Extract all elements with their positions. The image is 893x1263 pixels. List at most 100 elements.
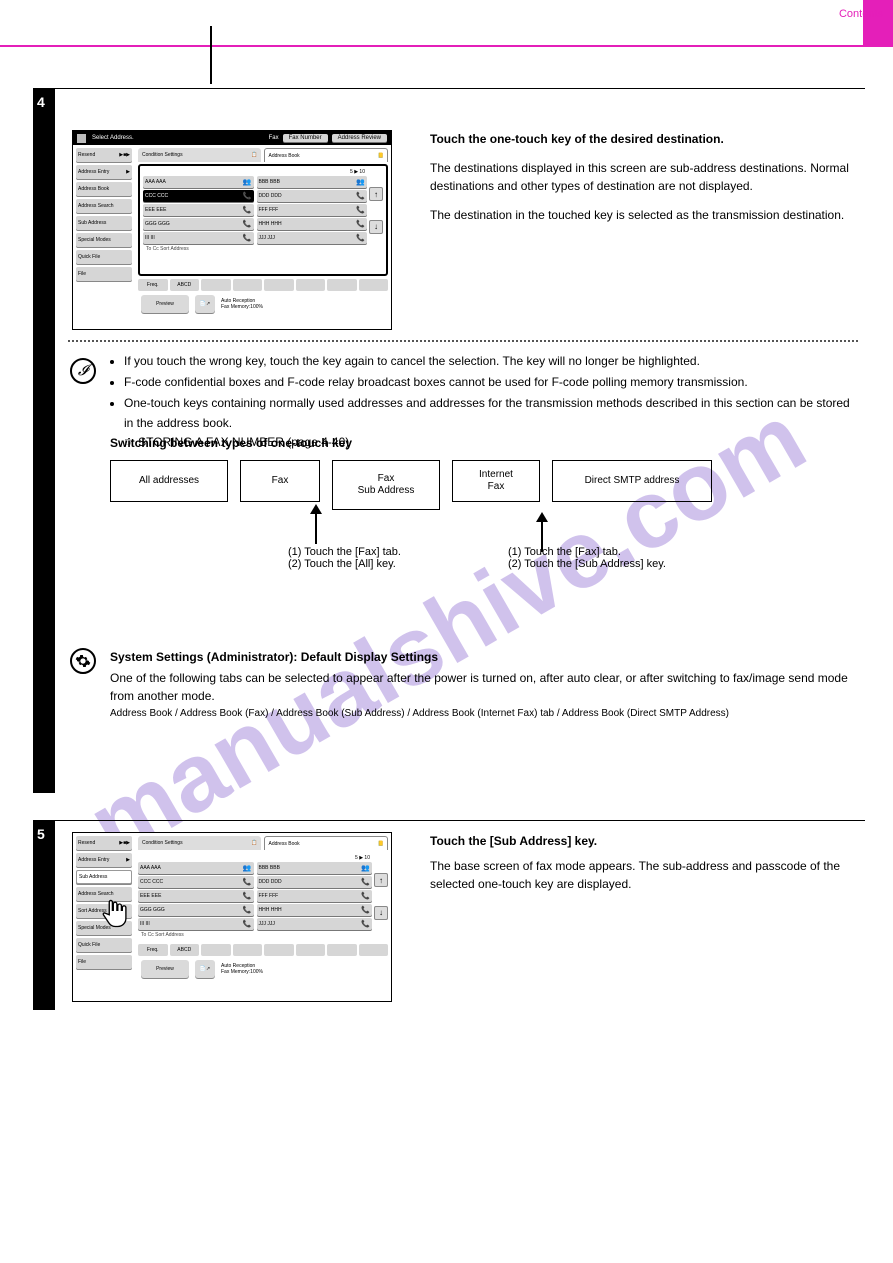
- lcd-panel-1: Select Address. Fax Fax Number Address R…: [72, 130, 392, 330]
- addr2-jjj[interactable]: JJJ JJJ📞: [257, 918, 373, 930]
- side-address-book[interactable]: Address Book: [76, 182, 132, 196]
- idx-4[interactable]: [264, 279, 294, 291]
- corner-tab: [863, 0, 893, 46]
- scroll2-down[interactable]: ↓: [374, 906, 388, 920]
- step-4-section: [33, 88, 865, 89]
- side2-sub-address[interactable]: Sub Address: [76, 870, 132, 884]
- box-all: All addresses: [110, 460, 228, 502]
- step-5-text: Touch the [Sub Address] key. The base sc…: [430, 832, 850, 894]
- address-list: 5 ▶ 10 AAA AAA👥BBB BBB👥 CCC CCC📞DDD DDD📞…: [138, 164, 388, 276]
- idx-2[interactable]: [201, 279, 231, 291]
- lcd-mode: Fax: [269, 135, 279, 141]
- addr2-bbb[interactable]: BBB BBB👥: [257, 862, 373, 874]
- special-button[interactable]: 📄↗: [195, 295, 215, 313]
- side-address-entry[interactable]: Address Entry▶: [76, 165, 132, 179]
- box-fax: Fax: [240, 460, 320, 502]
- doc-icon: [77, 134, 86, 143]
- address-aaa[interactable]: AAA AAA👥: [143, 176, 254, 188]
- lcd-titlebar: Select Address. Fax Fax Number Address R…: [73, 131, 391, 145]
- side-resend[interactable]: Resend▶■▶: [76, 148, 132, 162]
- idx2-abcd[interactable]: ABCD: [170, 944, 200, 956]
- preview2-button[interactable]: Preview: [141, 960, 189, 978]
- idx-5[interactable]: [296, 279, 326, 291]
- list2-count: 5 ▶ 10: [138, 855, 372, 861]
- address-ggg[interactable]: GGG GGG📞: [143, 218, 254, 230]
- tab2-condition[interactable]: Condition Settings📋: [138, 836, 261, 850]
- pencil-icon: 𝓘: [70, 358, 96, 384]
- idx-6[interactable]: [327, 279, 357, 291]
- idx-7[interactable]: [359, 279, 389, 291]
- watermark: manualshive.com: [70, 382, 823, 880]
- side-sub-address[interactable]: Sub Address: [76, 216, 132, 230]
- address-bbb[interactable]: BBB BBB👥: [257, 176, 368, 188]
- special2-button[interactable]: 📄↗: [195, 960, 215, 978]
- sort2-line: To Cc Sort Address: [138, 932, 372, 938]
- side2-file[interactable]: File: [76, 955, 132, 969]
- scroll-up[interactable]: ↑: [369, 187, 383, 201]
- addr2-iii[interactable]: III III📞: [138, 918, 254, 930]
- switch-steps-2: (1) Touch the [Fax] tab. (2) Touch the […: [508, 546, 666, 570]
- address-review-button[interactable]: Address Review: [332, 134, 387, 142]
- addr2-fff[interactable]: FFF FFF📞: [257, 890, 373, 902]
- fax-number-button[interactable]: Fax Number: [283, 134, 328, 142]
- addr2-ggg[interactable]: GGG GGG📞: [138, 904, 254, 916]
- addr2-hhh[interactable]: HHH HHH📞: [257, 904, 373, 916]
- side2-address-entry[interactable]: Address Entry▶: [76, 853, 132, 867]
- idx-freq[interactable]: Freq.: [138, 279, 168, 291]
- idx-3[interactable]: [233, 279, 263, 291]
- side-special-modes[interactable]: Special Modes: [76, 233, 132, 247]
- status2-text: Auto Reception Fax Memory:100%: [221, 960, 388, 978]
- switch-steps-1: (1) Touch the [Fax] tab. (2) Touch the […: [288, 546, 401, 570]
- addr2-aaa[interactable]: AAA AAA👥: [138, 862, 254, 874]
- tab2-address-book[interactable]: Address Book📒: [264, 836, 389, 850]
- tab-address-book[interactable]: Address Book📒: [264, 148, 389, 162]
- preview-button[interactable]: Preview: [141, 295, 189, 313]
- addr2-ccc[interactable]: CCC CCC📞: [138, 876, 254, 888]
- list-count: 5 ▶ 10: [143, 169, 367, 175]
- address-fff[interactable]: FFF FFF📞: [257, 204, 368, 216]
- box-sub: Fax Sub Address: [332, 460, 440, 510]
- step5-bar: [33, 820, 55, 1010]
- box-smtp: Direct SMTP address: [552, 460, 712, 502]
- header-rule: [0, 45, 893, 47]
- side-address-search[interactable]: Address Search: [76, 199, 132, 213]
- hand-pointer-icon: [98, 895, 134, 931]
- step5-rule: [33, 820, 865, 821]
- idx2-freq[interactable]: Freq.: [138, 944, 168, 956]
- header-contents: Contents: [839, 8, 883, 20]
- switch-caption: Switching between types of one-touch key: [110, 436, 352, 450]
- side-file[interactable]: File: [76, 267, 132, 281]
- address-jjj[interactable]: JJJ JJJ📞: [257, 232, 368, 244]
- index2-tabs: Freq. ABCD: [138, 944, 388, 956]
- arrow-up-1: [310, 504, 322, 544]
- callout-line: [210, 26, 212, 84]
- step-5-number: 5: [37, 826, 45, 842]
- side2-resend[interactable]: Resend▶■▶: [76, 836, 132, 850]
- system-settings-text: System Settings (Administrator): Default…: [110, 648, 850, 721]
- step-4-text: Touch the one-touch key of the desired d…: [430, 130, 850, 234]
- address-ddd[interactable]: DDD DDD📞: [257, 190, 368, 202]
- switch-row: All addresses Fax Fax Sub Address Intern…: [110, 460, 712, 510]
- address-hhh[interactable]: HHH HHH📞: [257, 218, 368, 230]
- lcd-title: Select Address.: [90, 135, 269, 141]
- address-ccc[interactable]: CCC CCC📞: [143, 190, 254, 202]
- sort-line: To Cc Sort Address: [143, 246, 367, 252]
- addr2-ddd[interactable]: DDD DDD📞: [257, 876, 373, 888]
- idx-abcd[interactable]: ABCD: [170, 279, 200, 291]
- step-4-number: 4: [37, 94, 45, 110]
- lcd-sidebar: Resend▶■▶ Address Entry▶ Address Book Ad…: [73, 145, 135, 311]
- address-eee[interactable]: EEE EEE📞: [143, 204, 254, 216]
- step-marker-bar: [33, 88, 55, 793]
- scroll-down[interactable]: ↓: [369, 220, 383, 234]
- tab-condition[interactable]: Condition Settings📋: [138, 148, 261, 162]
- dashed-divider: [68, 340, 858, 342]
- side2-quick-file[interactable]: Quick File: [76, 938, 132, 952]
- address-iii[interactable]: III III📞: [143, 232, 254, 244]
- index-tabs: Freq. ABCD: [138, 279, 388, 291]
- scroll2-up[interactable]: ↑: [374, 873, 388, 887]
- box-ifax: Internet Fax: [452, 460, 540, 502]
- gear-icon: [70, 648, 96, 674]
- addr2-eee[interactable]: EEE EEE📞: [138, 890, 254, 902]
- status-text: Auto Reception Fax Memory:100%: [221, 295, 388, 313]
- side-quick-file[interactable]: Quick File: [76, 250, 132, 264]
